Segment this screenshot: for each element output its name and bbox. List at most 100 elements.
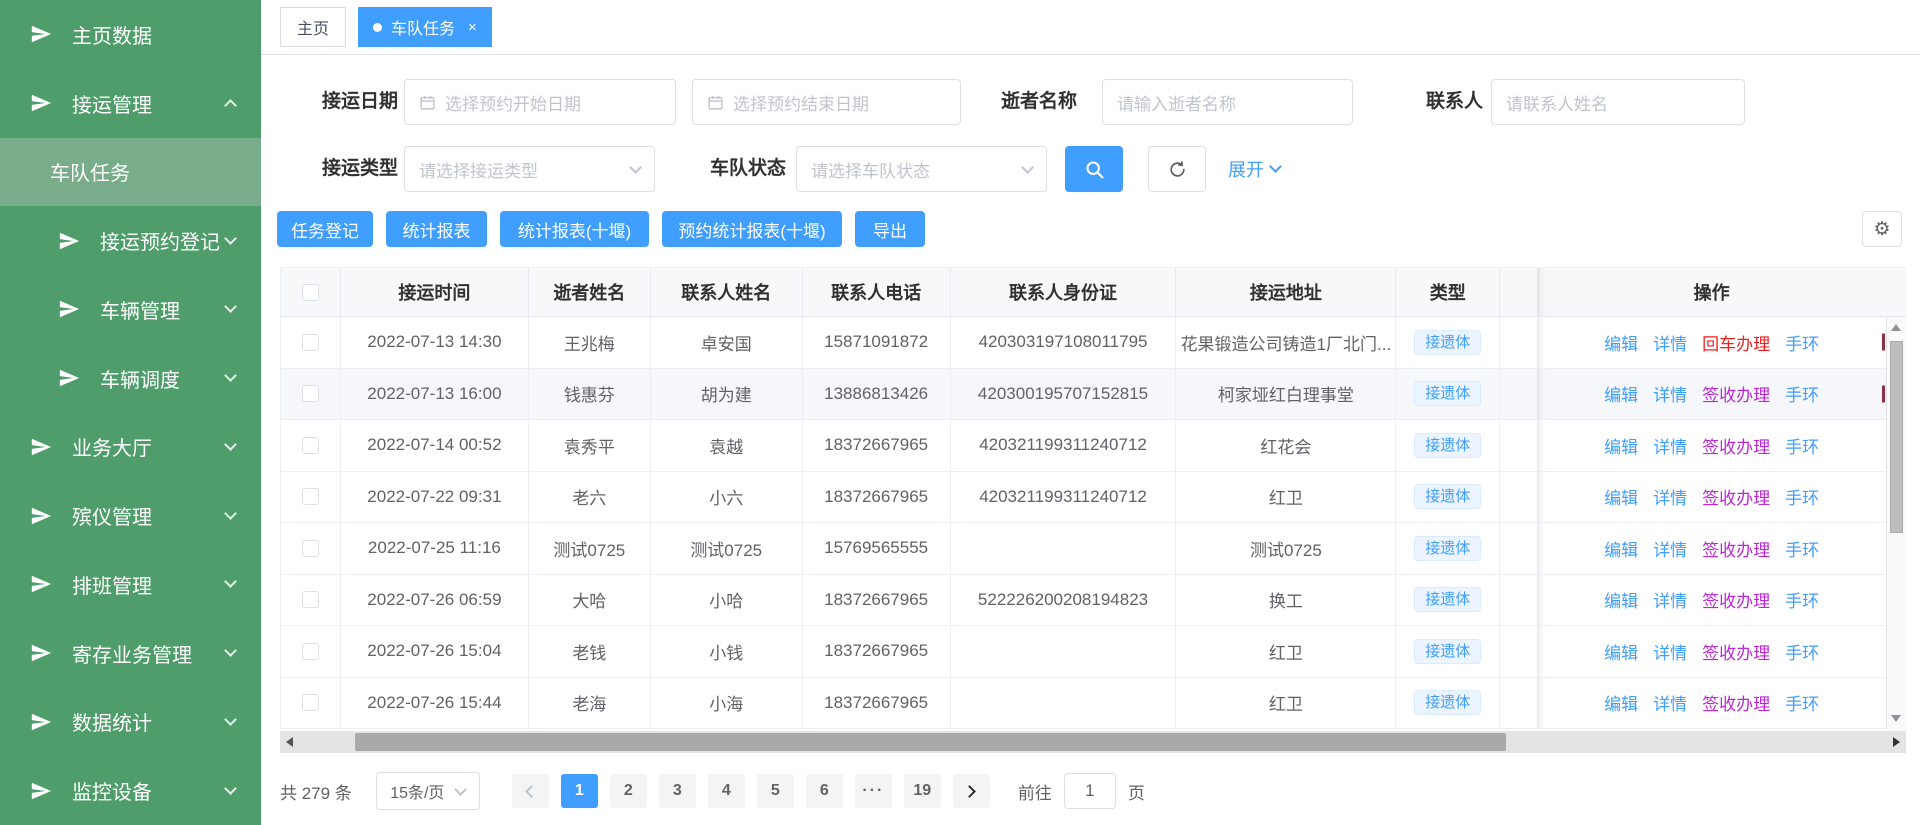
deceased-name-input[interactable]: 请输入逝者名称: [1102, 79, 1353, 125]
page-button-3[interactable]: 3: [659, 774, 696, 808]
sign-off-link[interactable]: 签收办理: [1702, 381, 1770, 406]
sidebar-item-transport-booking[interactable]: 接运预约登记: [0, 206, 261, 275]
row-checkbox[interactable]: [302, 643, 319, 660]
tab-fleet-tasks[interactable]: 车队任务 ×: [358, 7, 492, 47]
row-checkbox[interactable]: [302, 488, 319, 505]
detail-link[interactable]: 详情: [1653, 484, 1687, 509]
edit-link[interactable]: 编辑: [1604, 433, 1638, 458]
horizontal-scrollbar-thumb[interactable]: [355, 733, 1506, 751]
edit-link[interactable]: 编辑: [1604, 690, 1638, 715]
sidebar-item-vehicle-mgmt[interactable]: 车辆管理: [0, 275, 261, 344]
detail-link[interactable]: 详情: [1653, 433, 1687, 458]
sign-off-link[interactable]: 签收办理: [1702, 536, 1770, 561]
transport-type-select[interactable]: 请选择接运类型: [404, 146, 655, 192]
detail-link[interactable]: 详情: [1653, 587, 1687, 612]
row-checkbox[interactable]: [302, 437, 319, 454]
vertical-scrollbar[interactable]: [1886, 317, 1906, 729]
stats-report-button[interactable]: 统计报表: [386, 211, 487, 247]
wristband-link[interactable]: 手环: [1785, 587, 1819, 612]
page-button-4[interactable]: 4: [708, 774, 745, 808]
sidebar-item-vehicle-dispatch[interactable]: 车辆调度: [0, 344, 261, 413]
wristband-link[interactable]: 手环: [1785, 484, 1819, 509]
scroll-left-icon[interactable]: [286, 737, 293, 747]
row-checkbox[interactable]: [302, 540, 319, 557]
sign-off-link[interactable]: 签收办理: [1702, 484, 1770, 509]
wristband-link[interactable]: 手环: [1785, 690, 1819, 715]
task-register-button[interactable]: 任务登记: [277, 211, 373, 247]
row-checkbox[interactable]: [302, 334, 319, 351]
sidebar-item-funeral-mgmt[interactable]: 殡仪管理: [0, 481, 261, 550]
detail-link[interactable]: 详情: [1653, 330, 1687, 355]
search-button[interactable]: [1065, 146, 1123, 192]
wristband-link[interactable]: 手环: [1785, 381, 1819, 406]
scroll-right-icon[interactable]: [1893, 737, 1900, 747]
expand-toggle[interactable]: 展开: [1228, 146, 1280, 192]
goto-page-input[interactable]: [1064, 773, 1116, 809]
edit-link[interactable]: 编辑: [1604, 639, 1638, 664]
booking-stats-report-shiyan-button[interactable]: 预约统计报表(十堰): [662, 211, 842, 247]
column-settings-button[interactable]: ⚙: [1862, 211, 1902, 247]
row-checkbox[interactable]: [302, 591, 319, 608]
export-button[interactable]: 导出: [855, 211, 925, 247]
date-start-input[interactable]: 选择预约开始日期: [404, 79, 676, 125]
page-button-5[interactable]: 5: [757, 774, 794, 808]
cell-phone: 18372667965: [803, 472, 951, 523]
vertical-scrollbar-thumb[interactable]: [1890, 341, 1903, 533]
page-button-2[interactable]: 2: [610, 774, 647, 808]
detail-link[interactable]: 详情: [1653, 690, 1687, 715]
sign-off-link[interactable]: 签收办理: [1702, 639, 1770, 664]
wristband-link[interactable]: 手环: [1785, 536, 1819, 561]
sidebar-item-data-stats[interactable]: 数据统计: [0, 688, 261, 757]
sidebar-item-transport-mgmt[interactable]: 接运管理: [0, 69, 261, 138]
date-end-input[interactable]: 选择预约结束日期: [692, 79, 961, 125]
next-page-button[interactable]: [953, 774, 990, 808]
select-all-checkbox[interactable]: [302, 284, 319, 301]
more-pages-button[interactable]: ···: [855, 774, 892, 808]
sidebar-item-fleet-tasks[interactable]: 车队任务: [0, 138, 261, 207]
contact-name-input[interactable]: 请联系人姓名: [1491, 79, 1745, 125]
sidebar-item-home-data[interactable]: 主页数据: [0, 0, 261, 69]
horizontal-scrollbar[interactable]: [280, 731, 1906, 753]
scroll-down-icon[interactable]: [1891, 715, 1901, 722]
sidebar-item-monitor-devices[interactable]: 监控设备: [0, 756, 261, 825]
fleet-status-select[interactable]: 请选择车队状态: [796, 146, 1047, 192]
wristband-link[interactable]: 手环: [1785, 330, 1819, 355]
return-vehicle-link[interactable]: 回车办理: [1702, 330, 1770, 355]
page-button-1[interactable]: 1: [561, 774, 598, 808]
cell-address: 测试0725: [1176, 523, 1396, 574]
prev-page-button[interactable]: [512, 774, 549, 808]
pagination: 共 279 条 15条/页 1 2 3 4 5 6 ··· 19 前往 页: [280, 773, 1145, 809]
cell-spacer: [1500, 523, 1537, 574]
sidebar-item-storage-mgmt[interactable]: 寄存业务管理: [0, 619, 261, 688]
edit-link[interactable]: 编辑: [1604, 536, 1638, 561]
row-checkbox[interactable]: [302, 385, 319, 402]
detail-link[interactable]: 详情: [1653, 639, 1687, 664]
sidebar-item-shift-mgmt[interactable]: 排班管理: [0, 550, 261, 619]
sign-off-link[interactable]: 签收办理: [1702, 690, 1770, 715]
page-button-19[interactable]: 19: [904, 774, 941, 808]
detail-link[interactable]: 详情: [1653, 381, 1687, 406]
edit-link[interactable]: 编辑: [1604, 587, 1638, 612]
sidebar-item-business-hall[interactable]: 业务大厅: [0, 413, 261, 482]
chevron-down-icon: [224, 507, 237, 520]
edit-link[interactable]: 编辑: [1604, 484, 1638, 509]
wristband-link[interactable]: 手环: [1785, 639, 1819, 664]
cell-contact: 小钱: [651, 626, 803, 677]
page-button-6[interactable]: 6: [806, 774, 843, 808]
edit-link[interactable]: 编辑: [1604, 381, 1638, 406]
scroll-up-icon[interactable]: [1891, 324, 1901, 331]
detail-link[interactable]: 详情: [1653, 536, 1687, 561]
date-start-placeholder: 选择预约开始日期: [445, 90, 581, 115]
page-size-select[interactable]: 15条/页: [376, 772, 480, 810]
stats-report-shiyan-button[interactable]: 统计报表(十堰): [500, 211, 649, 247]
close-icon[interactable]: ×: [468, 19, 477, 36]
sign-off-link[interactable]: 签收办理: [1702, 587, 1770, 612]
sign-off-link[interactable]: 签收办理: [1702, 433, 1770, 458]
refresh-button[interactable]: [1148, 146, 1206, 192]
wristband-link[interactable]: 手环: [1785, 433, 1819, 458]
row-checkbox[interactable]: [302, 694, 319, 711]
table-body: 2022-07-13 14:30 王兆梅 卓安国 15871091872 420…: [281, 317, 1906, 729]
edit-link[interactable]: 编辑: [1604, 330, 1638, 355]
tab-home[interactable]: 主页: [280, 7, 346, 47]
date-end-placeholder: 选择预约结束日期: [733, 90, 869, 115]
